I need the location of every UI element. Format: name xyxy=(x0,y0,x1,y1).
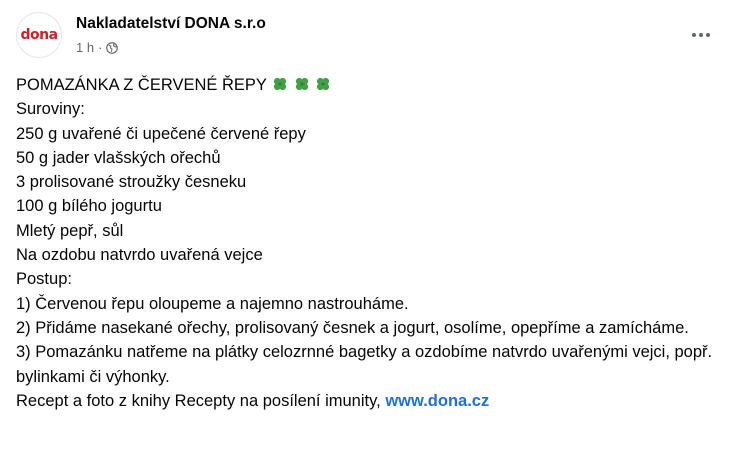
post-text-line: Suroviny: xyxy=(16,100,85,119)
more-options-icon[interactable] xyxy=(683,20,719,50)
post-text-line: 2) Přidáme nasekané ořechy, prolisovaný … xyxy=(16,318,689,337)
four-leaf-clover-icon xyxy=(317,77,330,91)
post-text-line: Na ozdobu natvrdo uvařená vejce xyxy=(16,246,263,265)
four-leaf-clover-icon xyxy=(274,77,287,91)
dona-logo-icon: dona xyxy=(20,27,58,43)
post-title: POMAZÁNKA Z ČERVENÉ ŘEPY xyxy=(16,76,267,94)
post-text-line: 1) Červenou řepu oloupeme a najemno nast… xyxy=(16,294,409,313)
post-text-line: 3) Pomazánku natřeme na plátky celozrnné… xyxy=(16,343,713,386)
post-text-line: 50 g jader vlašských ořechů xyxy=(16,148,221,167)
post-title-line: POMAZÁNKA Z ČERVENÉ ŘEPY xyxy=(16,73,723,97)
post-footer-line: Recept a foto z knihy Recepty na posílen… xyxy=(16,389,723,413)
meta-separator: · xyxy=(98,40,103,55)
website-link[interactable]: www.dona.cz xyxy=(385,392,489,410)
post-text: POMAZÁNKA Z ČERVENÉ ŘEPY Suroviny: 250 g… xyxy=(16,73,723,413)
post-footer-text: Recept a foto z knihy Recepty na posílen… xyxy=(16,391,381,410)
page-name-link[interactable]: Nakladatelství DONA s.r.o xyxy=(76,15,266,33)
page-avatar[interactable]: ······· dona ········ xyxy=(16,12,62,58)
globe-icon[interactable] xyxy=(106,41,119,54)
post-text-line: Mletý pepř, sůl xyxy=(16,221,124,240)
post-text-line: 250 g uvařené či upečené červené řepy xyxy=(16,124,306,143)
post-text-line: 100 g bílého jogurtu xyxy=(16,197,162,216)
post-text-line: Postup: xyxy=(16,270,72,289)
post-meta: 1 h · xyxy=(76,40,119,55)
post-header: ······· dona ········ Nakladatelství DON… xyxy=(16,10,719,62)
four-leaf-clover-icon xyxy=(295,77,308,91)
post-timestamp[interactable]: 1 h xyxy=(76,40,94,55)
facebook-post: ······· dona ········ Nakladatelství DON… xyxy=(0,0,735,453)
post-text-line: 3 prolisované stroužky česneku xyxy=(16,173,247,192)
